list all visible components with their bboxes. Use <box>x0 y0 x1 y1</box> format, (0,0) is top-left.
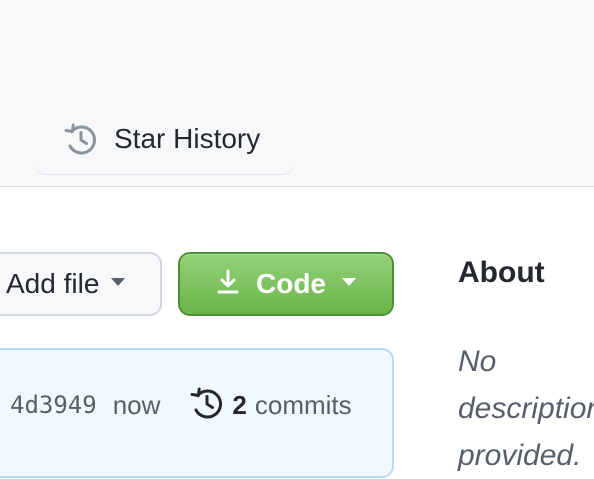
commits-count: 2 <box>232 390 247 420</box>
history-icon <box>190 386 224 425</box>
chevron-down-icon <box>342 275 356 293</box>
add-file-label: Add file <box>6 268 100 299</box>
about-description: No description provided. <box>458 345 594 472</box>
download-icon <box>216 268 240 301</box>
about-heading: About <box>458 256 545 289</box>
commit-time[interactable]: now <box>113 392 161 418</box>
commits-link[interactable]: 2 commits <box>190 386 352 425</box>
history-clock-icon <box>64 122 98 156</box>
commits-label: commits <box>254 390 352 420</box>
chevron-down-icon <box>111 275 126 293</box>
code-button[interactable]: Code <box>178 252 394 316</box>
code-button-label: Code <box>256 268 326 299</box>
commit-hash[interactable]: 4d3949 <box>10 393 97 417</box>
tab-star-history-label: Star History <box>114 123 261 154</box>
tab-star-history[interactable]: Star History <box>34 104 294 174</box>
repo-header-band: Star History <box>0 0 594 187</box>
commit-row: 4d3949 now 2 commits <box>10 387 352 420</box>
add-file-button[interactable]: Add file <box>0 252 162 316</box>
